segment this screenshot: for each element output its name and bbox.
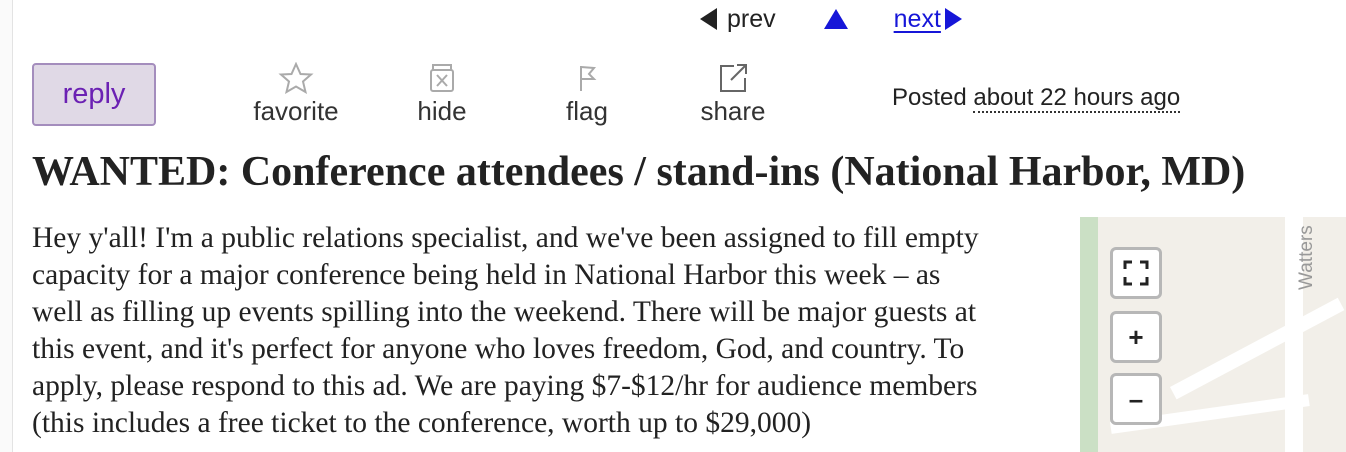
favorite-label: favorite — [253, 96, 339, 126]
hide-label: hide — [417, 96, 467, 126]
flag-button[interactable]: flag — [532, 62, 642, 127]
flag-label: flag — [566, 96, 608, 126]
share-icon — [720, 64, 747, 92]
next-link[interactable]: next — [894, 5, 962, 34]
flag-icon — [580, 66, 597, 91]
arrow-up-icon — [823, 9, 848, 29]
prev-label: prev — [727, 4, 776, 33]
body-line: capacity for a major conference being he… — [32, 259, 941, 291]
post-navigation: prev next — [700, 2, 962, 36]
body-line: apply, please respond to this ad. We are… — [32, 370, 978, 402]
map-fullscreen-button[interactable] — [1110, 247, 1162, 299]
share-label: share — [700, 96, 766, 126]
body-line: Hey y'all! I'm a public relations specia… — [32, 222, 979, 254]
share-button[interactable]: share — [678, 62, 788, 127]
map-park-area — [1080, 217, 1098, 452]
posted-time: about 22 hours ago — [973, 84, 1181, 113]
body-line: this event, and it's perfect for anyone … — [32, 333, 965, 365]
posted-prefix: Posted — [892, 84, 967, 111]
fullscreen-icon — [1123, 260, 1149, 286]
arrow-left-icon — [700, 8, 717, 30]
map-road — [1170, 297, 1345, 400]
up-link[interactable] — [823, 9, 848, 29]
reply-button[interactable]: reply — [32, 63, 156, 126]
map-street-label: Watters — [1296, 225, 1317, 290]
map-zoom-out-button[interactable]: – — [1110, 373, 1162, 425]
map-zoom-in-button[interactable]: + — [1110, 311, 1162, 363]
posting-body: Hey y'all! I'm a public relations specia… — [32, 220, 1072, 442]
next-label: next — [893, 4, 941, 33]
body-line: well as filling up events spilling into … — [32, 296, 977, 328]
hide-button[interactable]: hide — [387, 62, 497, 127]
body-line: (this includes a free ticket to the conf… — [32, 407, 812, 439]
prev-link[interactable]: prev — [700, 5, 776, 34]
left-border — [0, 0, 13, 452]
hide-icon — [430, 64, 454, 92]
arrow-right-icon — [944, 8, 962, 30]
star-icon — [278, 62, 314, 94]
favorite-button[interactable]: favorite — [241, 62, 351, 127]
posting-title: WANTED: Conference attendees / stand-ins… — [32, 149, 1246, 195]
posted-date: Posted about 22 hours ago — [892, 84, 1181, 113]
